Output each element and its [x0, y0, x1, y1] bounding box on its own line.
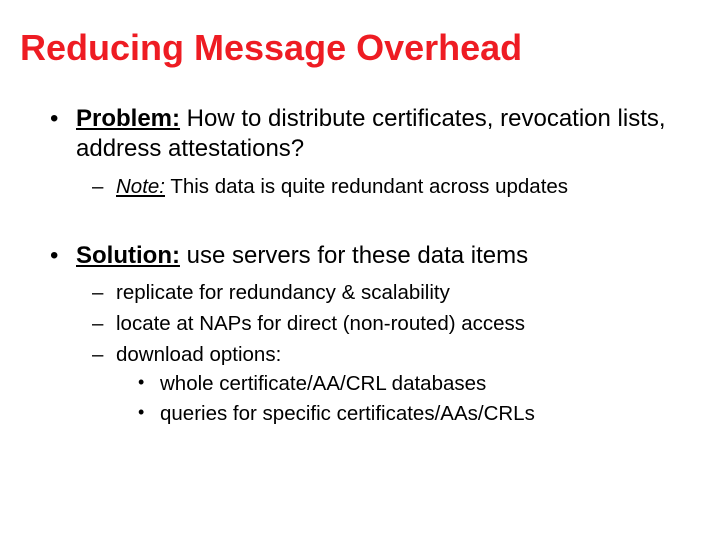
bullet-solution: Solution: use servers for these data ite…	[50, 241, 700, 428]
problem-label: Problem:	[76, 105, 180, 132]
download-options-list: whole certificate/AA/CRL databases queri…	[116, 370, 700, 427]
solution-label: Solution:	[76, 242, 180, 269]
slide: Reducing Message Overhead Problem: How t…	[0, 0, 720, 540]
bullet-list: Problem: How to distribute certificates,…	[20, 104, 700, 428]
slide-title: Reducing Message Overhead	[20, 28, 700, 68]
solution-sub-2: download options: whole certificate/AA/C…	[92, 341, 700, 428]
note-label: Note:	[116, 175, 165, 198]
problem-note: Note: This data is quite redundant acros…	[92, 173, 700, 201]
solution-sub-2-text: download options:	[116, 343, 281, 366]
solution-sub-0: replicate for redundancy & scalability	[92, 279, 700, 307]
bullet-problem: Problem: How to distribute certificates,…	[50, 104, 700, 201]
solution-sublist: replicate for redundancy & scalability l…	[76, 279, 700, 427]
solution-text: use servers for these data items	[180, 242, 528, 269]
download-option-a: whole certificate/AA/CRL databases	[138, 370, 700, 398]
note-text: This data is quite redundant across upda…	[165, 175, 568, 198]
spacer	[50, 211, 700, 241]
problem-sublist: Note: This data is quite redundant acros…	[76, 173, 700, 201]
solution-sub-1: locate at NAPs for direct (non-routed) a…	[92, 310, 700, 338]
download-option-b: queries for specific certificates/AAs/CR…	[138, 400, 700, 428]
